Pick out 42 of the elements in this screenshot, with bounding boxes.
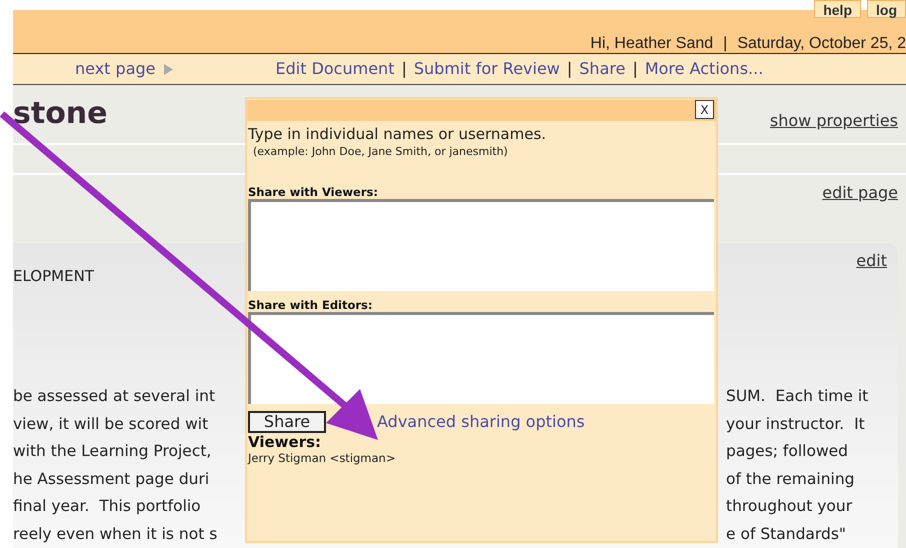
instruction-text: Type in individual names or usernames. (248, 124, 548, 145)
show-properties-link[interactable]: show properties (770, 109, 898, 133)
header-button[interactable]: help (814, 0, 861, 18)
separator-text: | (566, 58, 572, 80)
date-text: Saturday, October 25, 2 (737, 34, 906, 54)
body-text: your instructor. It (726, 414, 866, 434)
edit-link[interactable]: edit (856, 249, 887, 273)
body-text: e of Standards" (726, 524, 848, 544)
greeting-text: Hi, Heather Sand (590, 34, 714, 54)
header-button[interactable]: log (867, 0, 906, 18)
advanced-sharing-link[interactable]: Advanced sharing options (377, 410, 585, 434)
body-text: view, it will be scored wit (13, 414, 208, 434)
action-link[interactable]: Edit Document (276, 57, 394, 82)
section-heading: ELOPMENT (13, 266, 94, 287)
edit-page-link[interactable]: edit page (822, 181, 898, 243)
separator-text: | (401, 58, 407, 80)
body-text: pages; followed (726, 441, 850, 462)
body-text: throughout your (726, 496, 854, 517)
action-link[interactable]: Share (579, 57, 626, 82)
example-text: (example: John Doe, Jane Smith, or janesmith) (253, 145, 509, 159)
viewers-field[interactable] (248, 199, 714, 291)
body-text: with the Learning Project, (13, 441, 212, 462)
next-page-link[interactable]: next page (75, 57, 172, 82)
editors-label: Share with Editors: (248, 298, 374, 312)
separator-text: | (632, 58, 638, 80)
body-text: final year. This portfolio (13, 496, 201, 517)
body-text: of the remaining (726, 468, 856, 490)
body-text: he Assessment page duri (13, 468, 210, 490)
action-link[interactable]: More Actions... (644, 57, 764, 82)
body-text: be assessed at several int (13, 386, 216, 407)
share-button[interactable]: Share (248, 411, 326, 433)
action-link[interactable]: Submit for Review (414, 57, 560, 82)
right-triangle-icon (164, 64, 172, 75)
separator-text: | (723, 34, 728, 54)
body-text: reely even when it is not s (13, 524, 218, 544)
page-title: stone (13, 99, 108, 129)
body-text: SUM. Each time it (726, 386, 870, 407)
viewers-label: Share with Viewers: (248, 185, 379, 199)
close-button[interactable]: X (695, 100, 714, 119)
viewers-heading: Viewers: (248, 434, 322, 451)
viewer-name: Jerry Stigman <stigman> (248, 451, 396, 465)
editors-field[interactable] (248, 312, 714, 404)
